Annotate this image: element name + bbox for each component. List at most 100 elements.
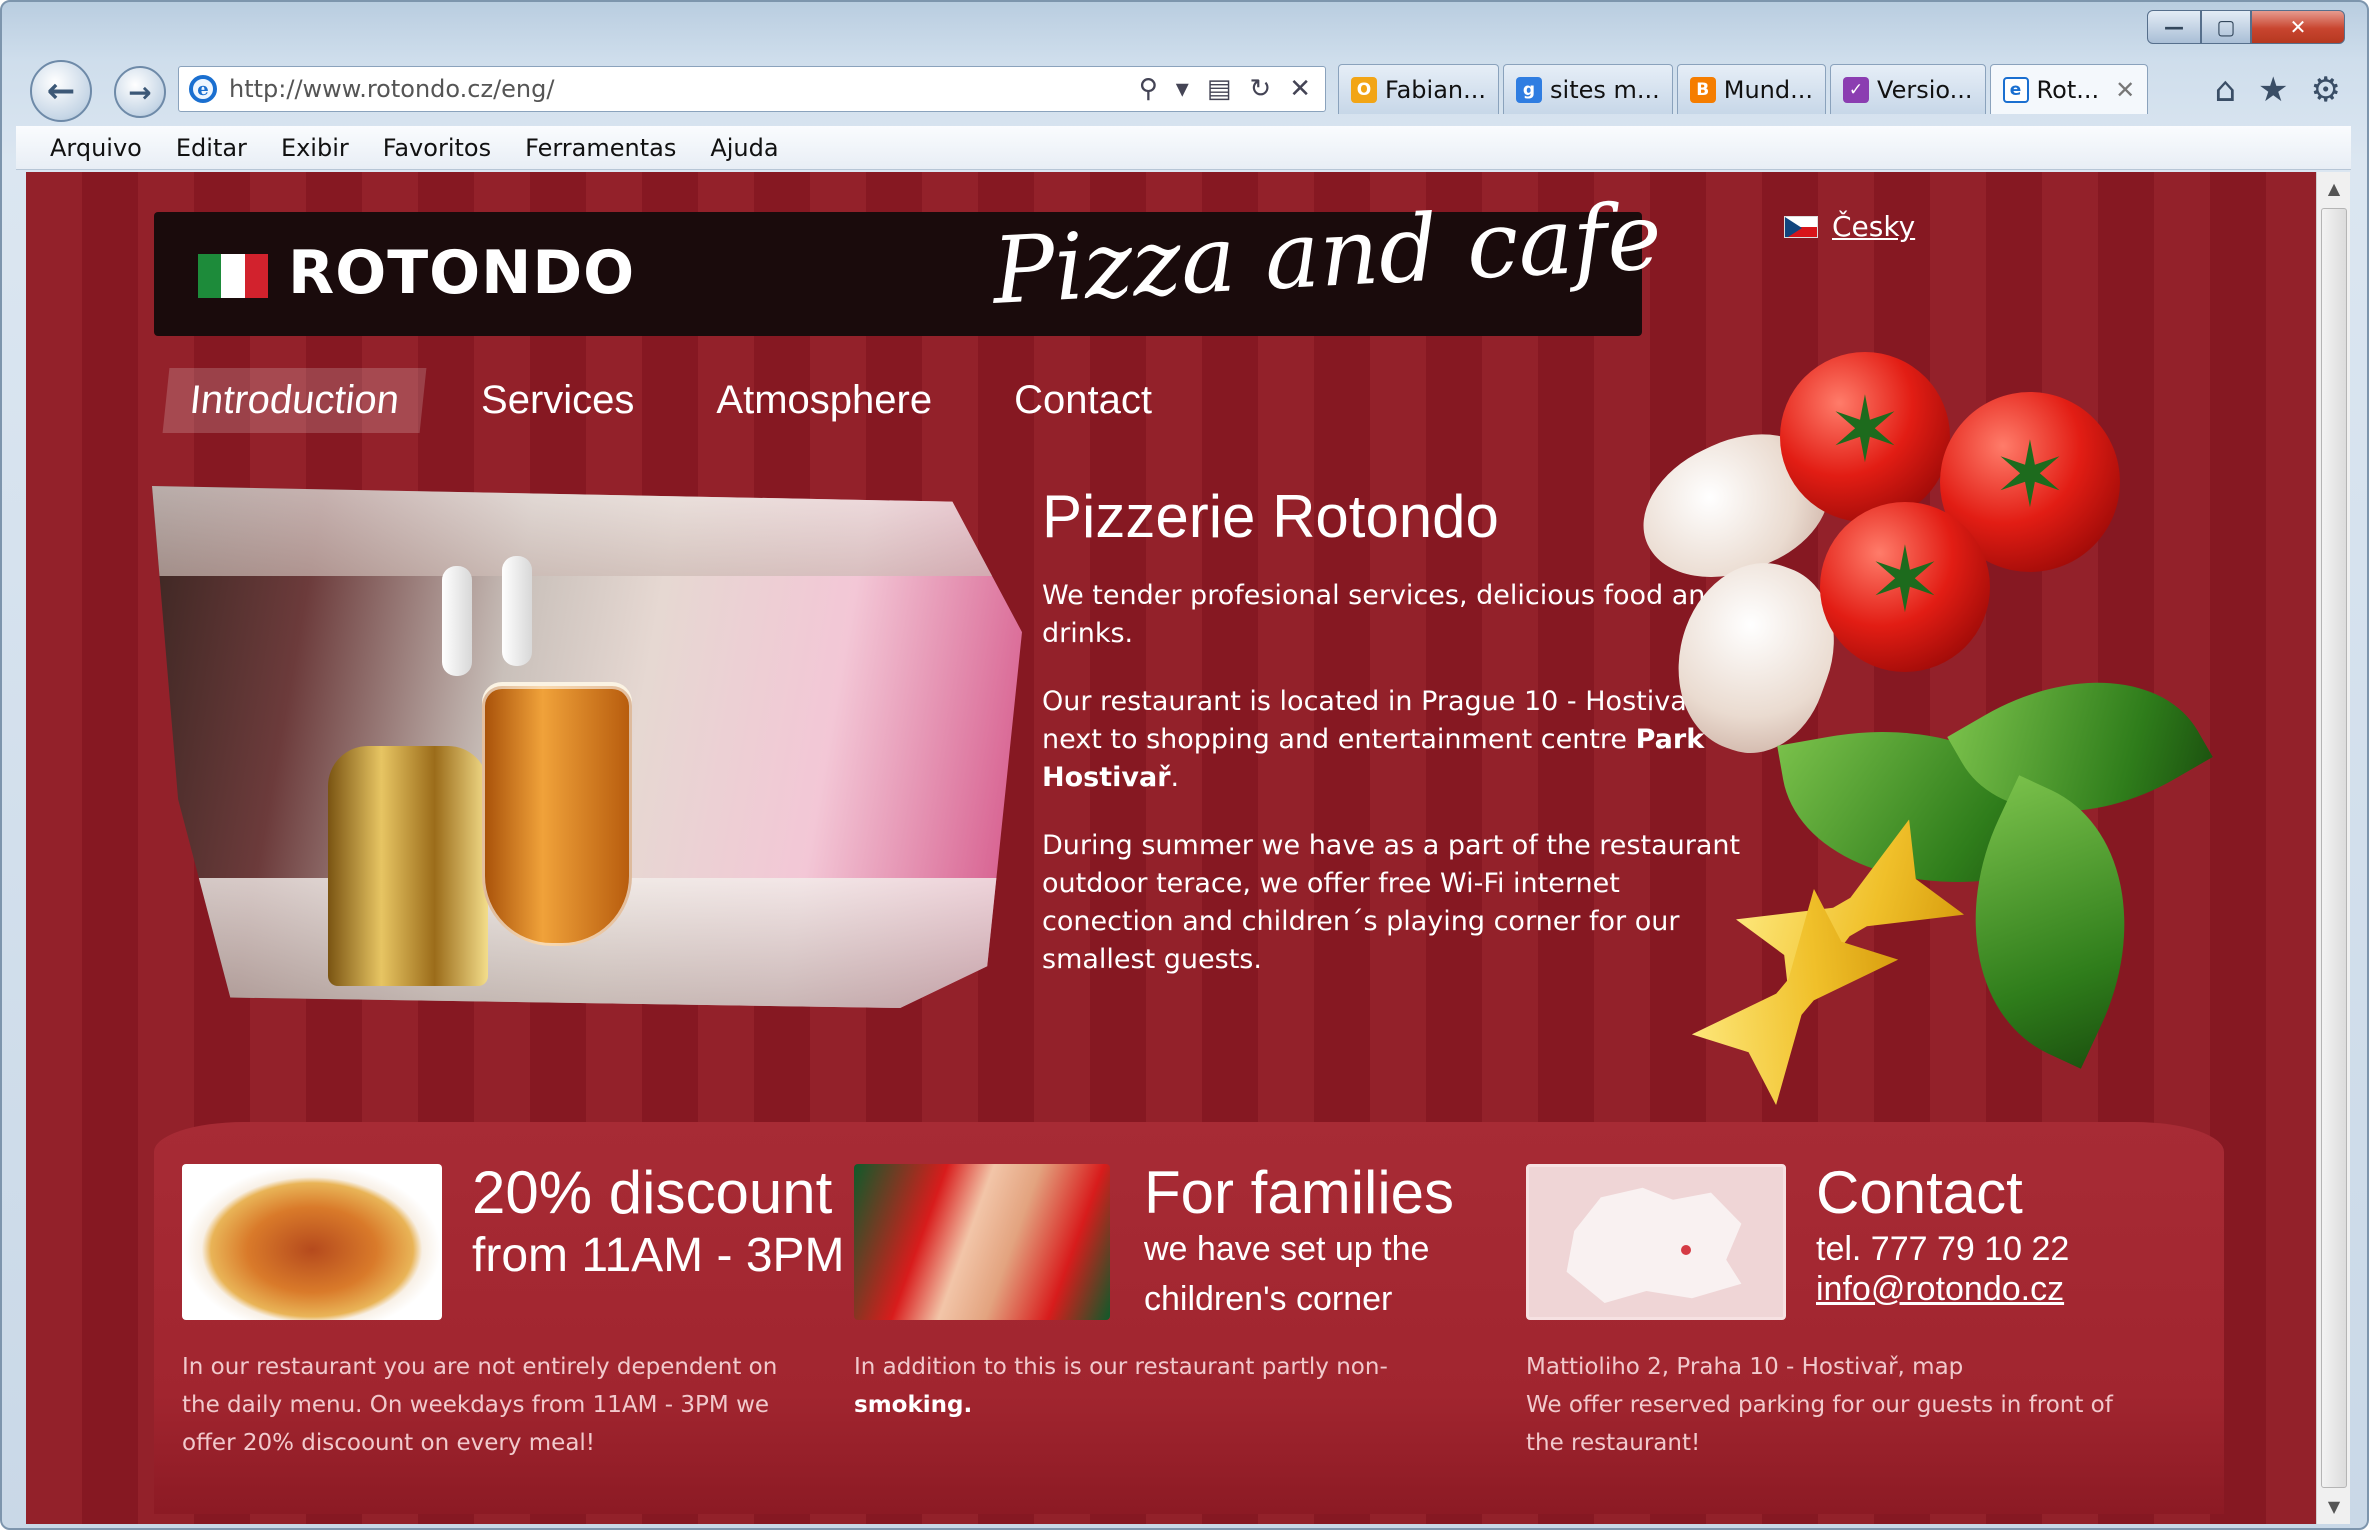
promo-panel: 20% discount from 11AM - 3PM In our rest…	[154, 1122, 2224, 1514]
intro-paragraph-3: During summer we have as a part of the r…	[1042, 830, 1741, 975]
nav-atmosphere[interactable]: Atmosphere	[692, 368, 956, 433]
gear-icon[interactable]: ⚙	[2311, 70, 2341, 110]
window-controls: — ▢ ✕	[2147, 10, 2345, 44]
contact-address: Mattioliho 2, Praha 10 - Hostivař, map	[1526, 1354, 1964, 1380]
tab-label: sites m...	[1550, 75, 1660, 104]
promo-text: In addition to this is our restaurant pa…	[854, 1348, 1474, 1424]
intro-paragraph-1: We tender profesional services, deliciou…	[1042, 580, 1723, 649]
ie-icon: e	[2002, 76, 2029, 103]
ie-icon: e	[189, 75, 217, 103]
dropdown-icon[interactable]: ▾	[1176, 74, 1189, 104]
location-marker-icon	[1681, 1245, 1691, 1255]
vegetables-decoration	[1621, 322, 2213, 1082]
main-nav: Introduction Services Atmosphere Contact	[162, 368, 1210, 433]
contact-phone: tel. 777 79 10 22	[1816, 1230, 2070, 1268]
menu-favorites[interactable]: Favoritos	[383, 134, 491, 162]
promo-text-part: In addition to this is our restaurant pa…	[854, 1354, 1388, 1380]
beer-tap	[328, 746, 488, 986]
prague-map-image[interactable]	[1526, 1164, 1786, 1320]
search-icon[interactable]: ⚲	[1139, 74, 1158, 104]
intro-text: .	[1170, 762, 1180, 793]
vertical-scrollbar[interactable]: ▲ ▼	[2316, 172, 2350, 1524]
children-image	[854, 1164, 1110, 1320]
brand-logo[interactable]: ROTONDO	[288, 238, 635, 308]
arrow-right-icon: →	[128, 75, 152, 109]
star-icon[interactable]: ★	[2258, 70, 2288, 110]
tomato-image	[1820, 502, 1990, 672]
czech-flag-icon	[1784, 215, 1818, 238]
promo-text-part: .	[963, 1392, 973, 1418]
tab-label: Fabian...	[1385, 75, 1487, 104]
tab-rotondo[interactable]: e Rot... ✕	[1989, 64, 2149, 114]
promo-text-bold: smoking	[854, 1392, 964, 1418]
maximize-button[interactable]: ▢	[2201, 10, 2251, 44]
tab-label: Rot...	[2036, 75, 2100, 104]
tab-label: Mund...	[1723, 75, 1814, 104]
pizza-image	[182, 1164, 442, 1320]
browser-toolbar-right: ⌂ ★ ⚙	[2214, 70, 2341, 110]
checkbox-icon: ✓	[1843, 76, 1870, 103]
tab-outlook[interactable]: O Fabian...	[1338, 64, 1500, 114]
google-icon: g	[1516, 76, 1543, 103]
close-tab-icon[interactable]: ✕	[2115, 76, 2135, 104]
tomato-image	[1780, 352, 1950, 522]
language-link[interactable]: Česky	[1832, 210, 1915, 243]
menu-bar: Arquivo Editar Exibir Favoritos Ferramen…	[16, 126, 2351, 170]
promo-text: Mattioliho 2, Praha 10 - Hostivař, map We…	[1526, 1348, 2146, 1462]
intro-text: Our restaurant is located in Prague 10 -…	[1042, 686, 1707, 755]
promo-title: Contact	[1816, 1159, 2023, 1226]
outlook-icon: O	[1351, 76, 1377, 103]
nav-contact[interactable]: Contact	[990, 368, 1176, 433]
contact-email-row: info@rotondo.cz	[1816, 1270, 2064, 1309]
promo-subtitle: from 11AM - 3PM	[472, 1229, 845, 1282]
scroll-up-icon[interactable]: ▲	[2317, 172, 2351, 206]
blogger-icon: B	[1689, 76, 1716, 103]
intro-paragraph-2: Our restaurant is located in Prague 10 -…	[1042, 683, 1742, 797]
forward-button[interactable]: →	[114, 66, 166, 118]
map-shape	[1566, 1187, 1742, 1303]
arrow-left-icon: ←	[46, 71, 76, 111]
tab-label: Versio...	[1877, 75, 1973, 104]
page-title: Pizzerie Rotondo	[1042, 483, 1499, 550]
tab-version[interactable]: ✓ Versio...	[1830, 64, 1986, 114]
contact-parking: We offer reserved parking for our guests…	[1526, 1392, 2113, 1456]
compatibility-icon[interactable]: ▤	[1207, 74, 1232, 104]
scroll-thumb[interactable]	[2321, 208, 2347, 1488]
menu-help[interactable]: Ajuda	[710, 134, 778, 162]
home-icon[interactable]: ⌂	[2214, 70, 2236, 110]
language-switch[interactable]: Česky	[1784, 210, 1915, 243]
promo-subtitle: we have set up the	[1144, 1230, 1430, 1268]
promo-title: For families	[1144, 1159, 1455, 1226]
promo-title: 20% discount	[472, 1159, 833, 1226]
tab-strip: O Fabian... g sites m... B Mund... ✓ Ver…	[1338, 64, 2149, 114]
promo-subtitle: children's corner	[1144, 1280, 1393, 1318]
beer-glass	[482, 686, 632, 946]
menu-edit[interactable]: Editar	[176, 134, 247, 162]
address-bar[interactable]: e http://www.rotondo.cz/eng/ ⚲ ▾ ▤ ↻ ✕	[178, 66, 1326, 112]
intro-section: Pizzerie Rotondo We tender profesional s…	[1042, 482, 1742, 1009]
refresh-icon[interactable]: ↻	[1249, 74, 1271, 104]
close-window-button[interactable]: ✕	[2251, 10, 2345, 44]
page-viewport: ROTONDO Pizza and cafe Česky Introductio…	[26, 172, 2316, 1524]
menu-view[interactable]: Exibir	[281, 134, 349, 162]
italian-flag-icon	[198, 254, 268, 298]
minimize-button[interactable]: —	[2147, 10, 2201, 44]
tab-google-sites[interactable]: g sites m...	[1503, 64, 1673, 114]
url-text[interactable]: http://www.rotondo.cz/eng/	[229, 75, 1139, 103]
promo-text: In our restaurant you are not entirely d…	[182, 1354, 778, 1456]
header-logo-bar: ROTONDO Pizza and cafe	[154, 183, 1664, 336]
browser-window: — ▢ ✕ ← → e http://www.rotondo.cz/eng/ ⚲…	[0, 0, 2369, 1530]
stop-icon[interactable]: ✕	[1289, 74, 1311, 104]
nav-introduction[interactable]: Introduction	[162, 368, 427, 433]
contact-email-link[interactable]: info@rotondo.cz	[1816, 1270, 2064, 1308]
address-tools: ⚲ ▾ ▤ ↻ ✕	[1139, 74, 1325, 104]
back-button[interactable]: ←	[30, 60, 92, 122]
nav-services[interactable]: Services	[457, 368, 658, 433]
tab-blogger[interactable]: B Mund...	[1676, 64, 1827, 114]
menu-tools[interactable]: Ferramentas	[525, 134, 676, 162]
bar-photo	[152, 486, 1022, 1008]
beer-tap-handle	[442, 566, 472, 676]
beer-tap-handle	[502, 556, 532, 666]
menu-file[interactable]: Arquivo	[50, 134, 142, 162]
scroll-down-icon[interactable]: ▼	[2317, 1490, 2351, 1524]
